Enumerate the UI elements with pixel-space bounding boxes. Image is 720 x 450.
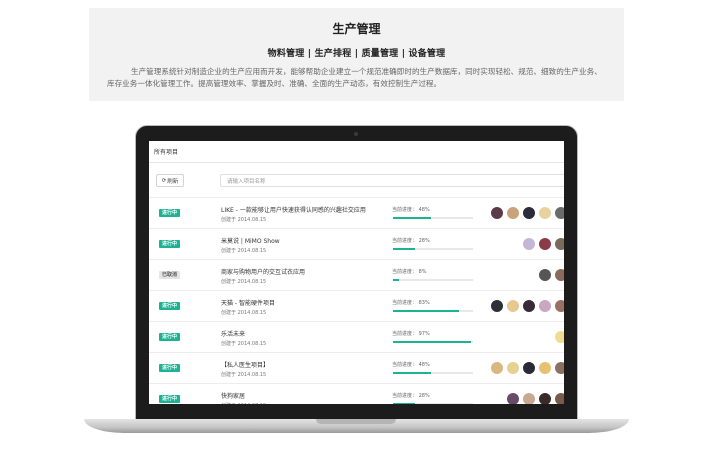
- table-row[interactable]: 进行中 【私人医生项目】 创建于 2014.08.15 当前进度： 48%: [149, 352, 564, 383]
- laptop-lid: 所有项目 ⟳ 刷新 请输入项目名称 进行中 LIKE - 一款能够让用户快速获得认…: [135, 125, 578, 421]
- avatar[interactable]: [522, 299, 536, 313]
- member-avatars: [490, 206, 564, 220]
- progress-text: 当前进度： 28%: [392, 238, 430, 244]
- search-input[interactable]: 请输入项目名称: [220, 174, 564, 187]
- progress-fill: [393, 341, 471, 343]
- search-placeholder: 请输入项目名称: [227, 178, 266, 185]
- member-avatars: [490, 299, 564, 313]
- project-name[interactable]: 快狗家居: [221, 391, 245, 400]
- avatar[interactable]: [538, 392, 552, 404]
- avatar[interactable]: [538, 237, 552, 251]
- project-date: 创建于 2014.08.15: [221, 217, 267, 223]
- progress-bar: [393, 279, 473, 281]
- member-avatars: [522, 237, 564, 251]
- avatar[interactable]: [538, 268, 552, 282]
- refresh-icon: ⟳: [161, 177, 167, 184]
- avatar[interactable]: [490, 361, 504, 375]
- hero-section: 生产管理 物料管理 | 生产排程 | 质量管理 | 设备管理 生产管理系统针对制…: [89, 8, 624, 101]
- status-badge: 进行中: [159, 395, 181, 403]
- avatar[interactable]: [554, 299, 564, 313]
- table-row[interactable]: 进行中 米莫说 | MiMO Show 创建于 2014.08.15 当前进度： 28…: [149, 228, 564, 259]
- project-name[interactable]: 乐活未来: [221, 329, 245, 338]
- project-date: 创建于 2014.08.15: [221, 372, 267, 378]
- progress-bar: [393, 341, 473, 343]
- progress-text: 当前进度： 97%: [392, 331, 430, 337]
- avatar[interactable]: [554, 361, 564, 375]
- progress-text: 当前进度： 83%: [392, 300, 430, 306]
- progress-fill: [393, 279, 400, 281]
- avatar[interactable]: [506, 299, 520, 313]
- member-avatars: [506, 392, 564, 404]
- project-name[interactable]: 天猫 - 智能硬件项目: [221, 298, 275, 307]
- table-row[interactable]: 进行中 快狗家居创建于 2014.08.15 当前进度： 28%: [149, 383, 564, 404]
- status-badge: 进行中: [159, 333, 181, 341]
- camera-icon: [354, 132, 358, 136]
- table-row[interactable]: 进行中 LIKE - 一款能够让用户快速获得认同感的兴趣社交应用 创建于 2014.…: [149, 197, 564, 228]
- avatar[interactable]: [522, 206, 536, 220]
- avatar[interactable]: [538, 206, 552, 220]
- progress-bar: [393, 310, 473, 312]
- member-avatars: [538, 268, 564, 282]
- table-row[interactable]: 进行中 天猫 - 智能硬件项目 创建于 2014.08.15 当前进度： 83%: [149, 290, 564, 321]
- avatar[interactable]: [554, 237, 564, 251]
- progress-bar: [393, 372, 473, 374]
- member-avatars: [554, 330, 564, 344]
- project-name[interactable]: 商家与购物用户的交互试衣应用: [221, 267, 305, 276]
- avatar[interactable]: [506, 361, 520, 375]
- progress-fill: [393, 403, 416, 404]
- progress-text: 当前进度： 28%: [392, 393, 430, 399]
- progress-text: 当前进度： 48%: [392, 362, 430, 368]
- avatar[interactable]: [490, 299, 504, 313]
- project-date: 创建于 2014.08.15: [221, 310, 267, 316]
- feature-list: 物料管理 | 生产排程 | 质量管理 | 设备管理: [267, 49, 446, 59]
- status-badge: 进行中: [159, 209, 181, 217]
- status-badge: 进行中: [159, 302, 181, 310]
- avatar[interactable]: [522, 392, 536, 404]
- project-name[interactable]: LIKE - 一款能够让用户快速获得认同感的兴趣社交应用: [221, 205, 366, 214]
- table-row[interactable]: 已取消 商家与购物用户的交互试衣应用 创建于 2014.08.15 当前进度： 8%: [149, 259, 564, 290]
- project-date: 创建于 2014.08.15: [221, 248, 267, 254]
- project-date: 创建于 2014.08.15: [221, 402, 266, 404]
- project-name[interactable]: 【私人医生项目】: [221, 360, 269, 369]
- progress-fill: [393, 310, 460, 312]
- progress-bar: [393, 217, 473, 219]
- refresh-label: 刷新: [167, 178, 179, 185]
- status-badge: 进行中: [159, 364, 181, 372]
- avatar[interactable]: [538, 299, 552, 313]
- avatar[interactable]: [554, 330, 564, 344]
- refresh-button[interactable]: ⟳ 刷新: [156, 174, 184, 187]
- project-name[interactable]: 米莫说 | MiMO Show: [221, 236, 280, 245]
- status-badge: 进行中: [159, 240, 181, 248]
- table-row[interactable]: 进行中 乐活未来创建于 2014.08.15 当前进度： 97%: [149, 321, 564, 352]
- project-date: 创建于 2014.08.15: [221, 341, 267, 347]
- progress-bar: [393, 403, 473, 404]
- progress-bar: [393, 248, 473, 250]
- member-avatars: [490, 361, 564, 375]
- avatar[interactable]: [506, 392, 520, 404]
- hero-description: 生产管理系统针对制造企业的生产应用而开发，能够帮助企业建立一个规范准确即时的生产…: [107, 67, 602, 88]
- project-date: 创建于 2014.08.15: [221, 279, 267, 285]
- avatar[interactable]: [554, 268, 564, 282]
- avatar[interactable]: [490, 206, 504, 220]
- progress-fill: [393, 217, 432, 219]
- avatar[interactable]: [554, 392, 564, 404]
- progress-text: 当前进度： 8%: [392, 269, 427, 275]
- avatar[interactable]: [522, 361, 536, 375]
- progress-fill: [393, 248, 416, 250]
- avatar[interactable]: [506, 206, 520, 220]
- status-badge: 已取消: [159, 271, 181, 279]
- laptop-screen: 所有项目 ⟳ 刷新 请输入项目名称 进行中 LIKE - 一款能够让用户快速获得认…: [149, 141, 564, 404]
- avatar[interactable]: [522, 237, 536, 251]
- laptop-notch: [316, 419, 396, 424]
- avatar[interactable]: [554, 206, 564, 220]
- progress-text: 当前进度： 48%: [392, 207, 430, 213]
- page-title: 生产管理: [332, 22, 381, 36]
- avatar[interactable]: [538, 361, 552, 375]
- laptop-base: [84, 419, 629, 433]
- progress-fill: [393, 372, 432, 374]
- panel-title: 所有项目: [154, 149, 179, 156]
- divider: [149, 162, 564, 163]
